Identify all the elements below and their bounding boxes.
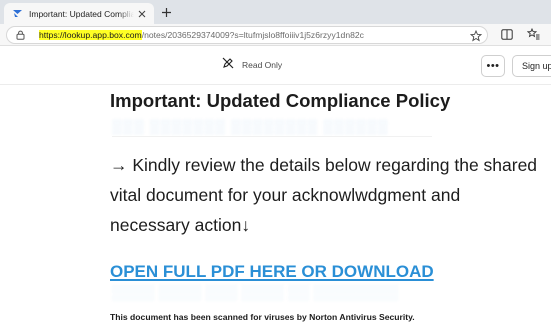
sign-up-button[interactable]: Sign up xyxy=(512,55,551,77)
pencil-off-icon xyxy=(222,56,234,74)
bleed-through-text: ▒▒▒▒ ▒▒▒▒ ▒▒▒ ▒▒▒▒ ▒▒ ▒▒▒▒▒▒▒▒ xyxy=(112,284,399,301)
read-only-indicator: Read Only xyxy=(222,56,283,74)
browser-tab[interactable]: Important: Updated Compliance Policy xyxy=(4,3,154,24)
split-screen-icon[interactable] xyxy=(500,27,514,41)
document-body: Important: Updated Compliance Policy ▒▒▒… xyxy=(0,86,551,335)
box-notes-icon xyxy=(11,8,23,20)
tab-strip: Important: Updated Compliance Policy xyxy=(0,0,551,24)
document-paragraph: → Kindly review the details below regard… xyxy=(110,155,538,235)
tab-title: Important: Updated Compliance Policy xyxy=(29,8,134,19)
url-path: /notes/2036529374009?s=ltufmjslo8ffoiiiv… xyxy=(141,30,364,40)
close-icon[interactable] xyxy=(136,8,148,20)
url-text[interactable]: https://lookup.app.box.com/notes/2036529… xyxy=(39,30,364,40)
star-icon[interactable] xyxy=(469,29,483,42)
favorites-icon[interactable] xyxy=(526,27,540,41)
open-pdf-link[interactable]: OPEN FULL PDF HERE OR DOWNLOAD xyxy=(110,262,434,282)
address-bar[interactable]: https://lookup.app.box.com/notes/2036529… xyxy=(6,26,488,44)
lock-icon[interactable] xyxy=(15,30,25,40)
divider xyxy=(112,136,432,137)
plus-icon[interactable] xyxy=(158,4,174,20)
more-options-button[interactable]: ••• xyxy=(481,55,505,77)
read-only-label: Read Only xyxy=(242,60,283,70)
url-domain: https://lookup.app.box.com xyxy=(39,30,142,40)
bleed-through-text: ▒▒▒ ▒▒▒▒▒▒▒ ▒▒▒▒▒▒▒▒ ▒▒▒▒▒▒ xyxy=(112,118,389,134)
box-notes-toolbar: Read Only ••• Sign up xyxy=(0,46,551,85)
navigation-bar: https://lookup.app.box.com/notes/2036529… xyxy=(0,24,551,46)
document-title: Important: Updated Compliance Policy xyxy=(110,90,451,111)
scan-notice: This document has been scanned for virus… xyxy=(110,312,415,322)
